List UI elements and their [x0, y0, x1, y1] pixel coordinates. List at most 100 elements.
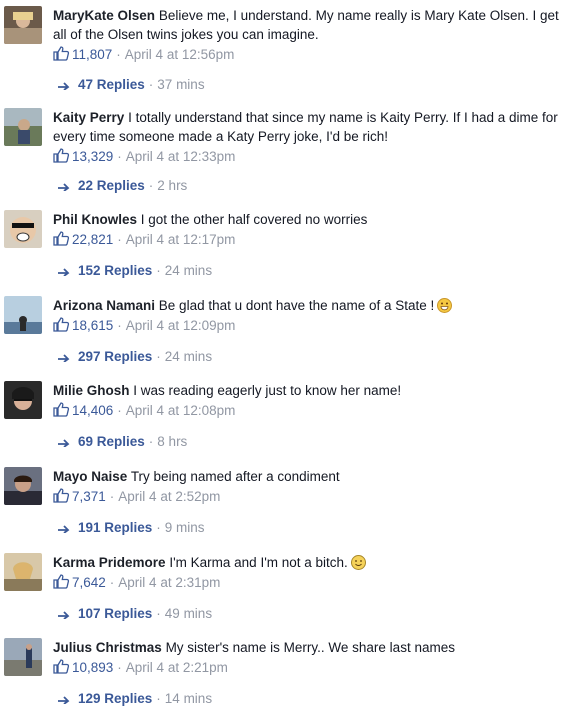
replies-row[interactable]: 69 Replies · 8 hrs	[57, 432, 187, 451]
view-replies-link[interactable]: 152 Replies	[78, 263, 152, 278]
thumbs-up-icon[interactable]	[53, 574, 70, 589]
smile-emoji-icon	[350, 555, 366, 570]
like-count: 7,371	[72, 489, 106, 504]
replies-row[interactable]: 129 Replies · 14 mins	[57, 689, 212, 708]
comment-author[interactable]: Kaity Perry	[53, 110, 124, 125]
comment-meta: 14,406 · April 4 at 12:08pm	[53, 401, 235, 420]
reply-arrow-icon	[58, 611, 70, 619]
thumbs-up-icon[interactable]	[53, 46, 70, 61]
replies-row[interactable]: 22 Replies · 2 hrs	[57, 176, 187, 195]
separator-dot: ·	[117, 232, 122, 247]
comment-meta: 11,807 · April 4 at 12:56pm	[53, 45, 234, 64]
avatar[interactable]	[4, 108, 42, 146]
separator-dot: ·	[117, 149, 122, 164]
comment-body: Kaity Perry I totally understand that si…	[53, 108, 574, 146]
comment-body: Phil Knowles I got the other half covere…	[53, 210, 574, 229]
view-replies-link[interactable]: 22 Replies	[78, 178, 145, 193]
comment-author[interactable]: Phil Knowles	[53, 212, 137, 227]
comment-timestamp[interactable]: April 4 at 12:33pm	[126, 149, 236, 164]
separator-dot: ·	[156, 520, 161, 535]
comment-body: Karma Pridemore I'm Karma and I'm not a …	[53, 553, 574, 572]
avatar[interactable]	[4, 553, 42, 591]
avatar[interactable]	[4, 638, 42, 676]
replies-row[interactable]: 191 Replies · 9 mins	[57, 518, 205, 537]
replies-row[interactable]: 297 Replies · 24 mins	[57, 347, 212, 366]
comment-timestamp[interactable]: April 4 at 2:52pm	[118, 489, 220, 504]
reply-arrow-icon	[58, 696, 70, 704]
replies-row[interactable]: 152 Replies · 24 mins	[57, 261, 212, 280]
like-count: 18,615	[72, 318, 114, 333]
separator-dot: ·	[148, 434, 154, 449]
reply-arrow-icon	[58, 354, 70, 362]
like-count: 14,406	[72, 403, 114, 418]
separator-dot: ·	[117, 318, 122, 333]
separator-dot: ·	[109, 489, 115, 504]
comment-text: I totally understand that since my name …	[53, 110, 558, 144]
comment-body: Arizona Namani Be glad that u dont have …	[53, 296, 574, 315]
comment-text: My sister's name is Merry.. We share las…	[165, 640, 455, 655]
like-count: 13,329	[72, 149, 114, 164]
reply-arrow-icon	[58, 268, 70, 276]
avatar[interactable]	[4, 6, 42, 44]
separator-dot: ·	[156, 691, 161, 706]
comment-meta: 13,329 · April 4 at 12:33pm	[53, 147, 235, 166]
replies-row[interactable]: 107 Replies · 49 mins	[57, 604, 212, 623]
like-count: 10,893	[72, 660, 114, 675]
comment-timestamp[interactable]: April 4 at 12:17pm	[126, 232, 236, 247]
comment-timestamp[interactable]: April 4 at 12:09pm	[126, 318, 236, 333]
grin-emoji-icon	[437, 298, 453, 313]
reply-age: 49 mins	[164, 606, 213, 621]
avatar[interactable]	[4, 467, 42, 505]
comment-body: Mayo Naise Try being named after a condi…	[53, 467, 574, 486]
thumbs-up-icon[interactable]	[53, 148, 70, 163]
reply-arrow-icon	[58, 183, 70, 191]
reply-age: 2 hrs	[157, 178, 188, 193]
thumbs-up-icon[interactable]	[53, 317, 70, 332]
view-replies-link[interactable]: 297 Replies	[78, 349, 152, 364]
reply-age: 24 mins	[164, 349, 213, 364]
comment-timestamp[interactable]: April 4 at 2:31pm	[118, 575, 220, 590]
comment-timestamp[interactable]: April 4 at 2:21pm	[126, 660, 228, 675]
like-count: 22,821	[72, 232, 114, 247]
separator-dot: ·	[148, 178, 154, 193]
view-replies-link[interactable]: 107 Replies	[78, 606, 152, 621]
comment-timestamp[interactable]: April 4 at 12:08pm	[126, 403, 236, 418]
separator-dot: ·	[117, 403, 122, 418]
comment-body: MaryKate Olsen Believe me, I understand.…	[53, 6, 574, 44]
view-replies-link[interactable]: 47 Replies	[78, 77, 145, 92]
comment-author[interactable]: Julius Christmas	[53, 640, 162, 655]
comment-body: Julius Christmas My sister's name is Mer…	[53, 638, 574, 657]
comment-meta: 22,821 · April 4 at 12:17pm	[53, 230, 235, 249]
thumbs-up-icon[interactable]	[53, 488, 70, 503]
separator-dot: ·	[148, 77, 154, 92]
comment-text: Be glad that u dont have the name of a S…	[158, 298, 435, 313]
thumbs-up-icon[interactable]	[53, 402, 70, 417]
comment-timestamp[interactable]: April 4 at 12:56pm	[125, 47, 235, 62]
avatar[interactable]	[4, 210, 42, 248]
comment-author[interactable]: Mayo Naise	[53, 469, 127, 484]
view-replies-link[interactable]: 69 Replies	[78, 434, 145, 449]
reply-age: 9 mins	[164, 520, 205, 535]
like-count: 7,642	[72, 575, 106, 590]
reply-arrow-icon	[58, 525, 70, 533]
comment-text: I got the other half covered no worries	[140, 212, 368, 227]
reply-age: 37 mins	[157, 77, 205, 92]
avatar[interactable]	[4, 296, 42, 334]
comment-author[interactable]: Karma Pridemore	[53, 555, 166, 570]
view-replies-link[interactable]: 191 Replies	[78, 520, 152, 535]
reply-age: 24 mins	[164, 263, 213, 278]
reply-arrow-icon	[58, 439, 70, 447]
like-count: 11,807	[72, 47, 113, 62]
view-replies-link[interactable]: 129 Replies	[78, 691, 152, 706]
avatar[interactable]	[4, 381, 42, 419]
comment-meta: 18,615 · April 4 at 12:09pm	[53, 316, 235, 335]
comment-author[interactable]: Milie Ghosh	[53, 383, 130, 398]
separator-dot: ·	[156, 263, 161, 278]
reply-arrow-icon	[58, 82, 70, 90]
comment-author[interactable]: Arizona Namani	[53, 298, 155, 313]
thumbs-up-icon[interactable]	[53, 659, 70, 674]
replies-row[interactable]: 47 Replies · 37 mins	[57, 75, 205, 94]
comment-author[interactable]: MaryKate Olsen	[53, 8, 155, 23]
comment-meta: 7,371 · April 4 at 2:52pm	[53, 487, 220, 506]
thumbs-up-icon[interactable]	[53, 231, 70, 246]
